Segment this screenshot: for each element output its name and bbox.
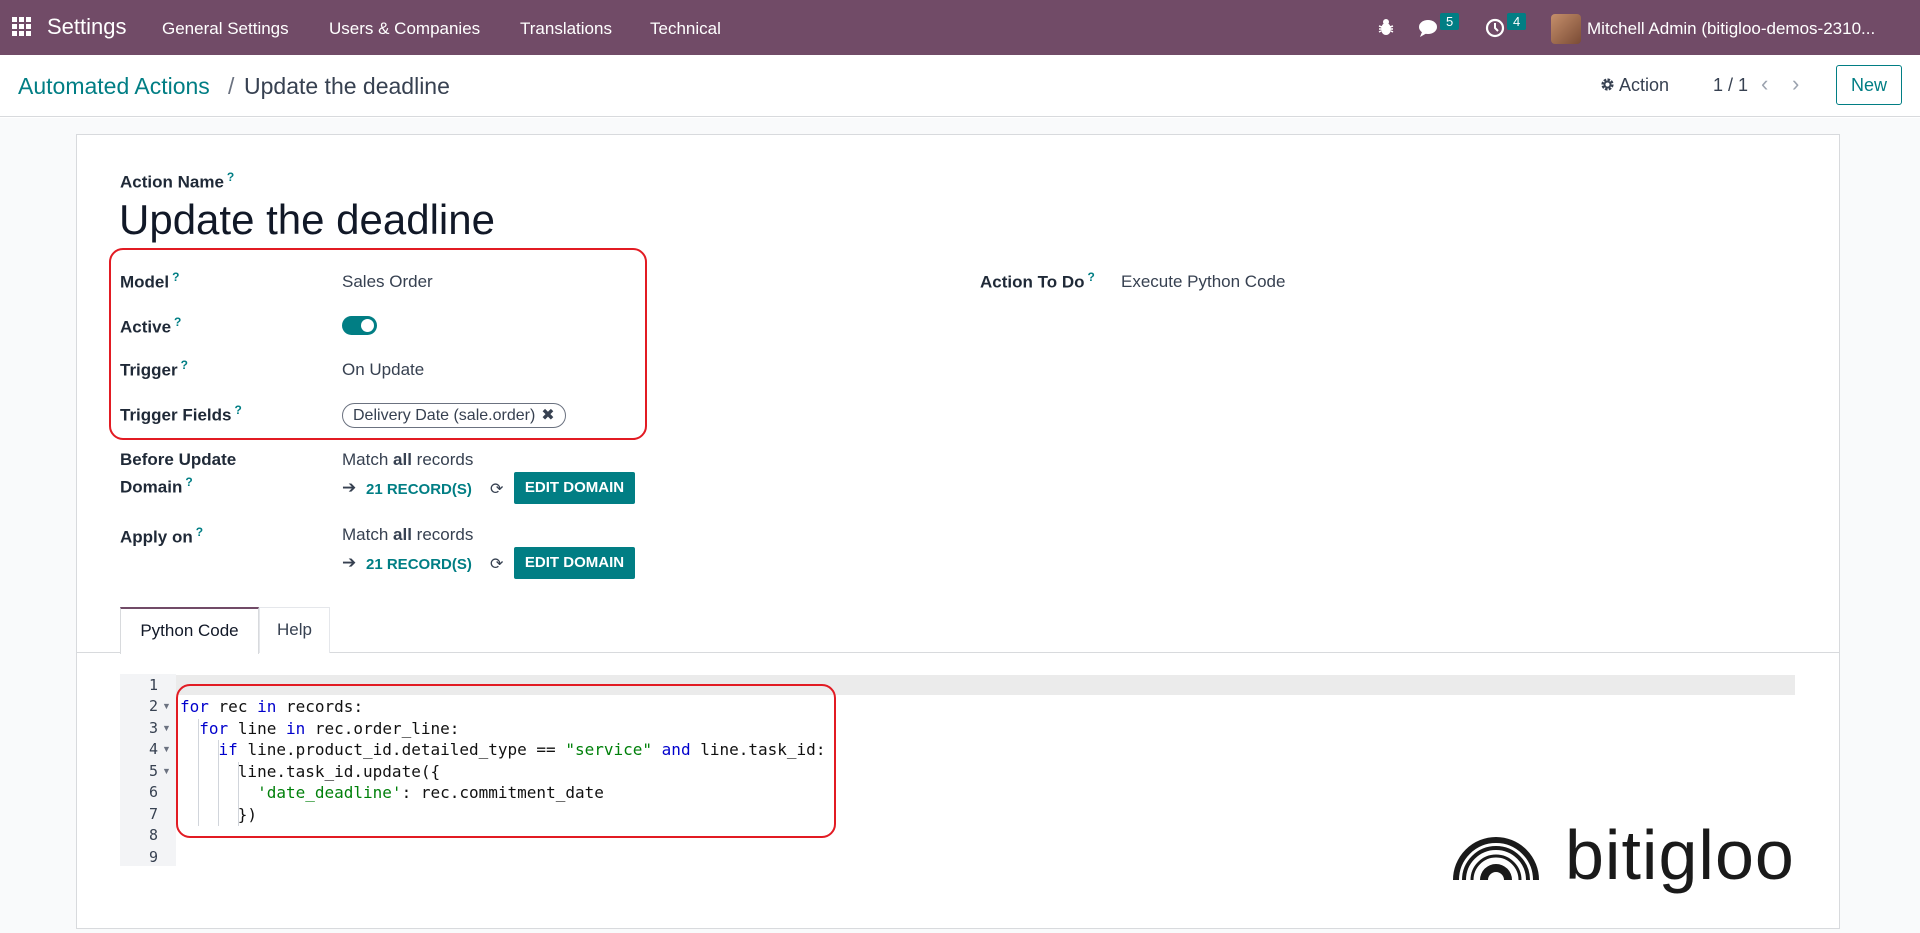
tab-help[interactable]: Help	[259, 607, 330, 653]
help-tooltip-icon[interactable]: ?	[196, 525, 203, 539]
top-navbar: Settings General Settings Users & Compan…	[0, 0, 1920, 55]
line-number: 6	[148, 783, 158, 801]
apps-grid-icon[interactable]	[12, 17, 32, 37]
refresh-icon[interactable]: ⟳	[490, 479, 503, 499]
line-number: 3	[148, 719, 158, 737]
apply-on-edit-domain-button[interactable]: EDIT DOMAIN	[514, 547, 635, 579]
arrow-right-icon: ➔	[342, 553, 357, 572]
apply-on-label: Apply on?	[120, 525, 204, 547]
tab-python-code[interactable]: Python Code	[120, 607, 259, 654]
line-number: 1	[148, 676, 158, 694]
user-menu[interactable]: Mitchell Admin (bitigloo-demos-2310...	[1587, 19, 1875, 39]
before-update-label-line1: Before Update	[120, 450, 237, 469]
apply-on-match-text: Match all records	[342, 525, 474, 544]
pager-next-icon[interactable]: ›	[1792, 71, 1799, 97]
breadcrumb-parent-link[interactable]: Automated Actions	[18, 73, 210, 100]
action-menu-button[interactable]: Action	[1600, 75, 1669, 96]
activities-count-badge: 4	[1507, 13, 1527, 30]
help-tooltip-icon[interactable]: ?	[227, 170, 234, 184]
bitigloo-logo-icon	[1453, 837, 1539, 881]
line-number: 8	[148, 826, 158, 844]
fold-toggle-icon[interactable]: ▼	[162, 701, 171, 711]
action-to-do-field[interactable]: Execute Python Code	[1121, 272, 1285, 292]
breadcrumb-separator: /	[228, 73, 235, 99]
fold-toggle-icon[interactable]: ▼	[162, 766, 171, 776]
messages-chat-icon[interactable]	[1418, 18, 1442, 38]
help-tooltip-icon[interactable]: ?	[185, 475, 192, 489]
tabs-divider	[76, 652, 1840, 653]
pager-value[interactable]: 1 / 1	[1713, 75, 1748, 96]
fold-toggle-icon[interactable]: ▼	[162, 723, 171, 733]
gear-icon	[1601, 78, 1614, 91]
app-title[interactable]: Settings	[47, 14, 127, 40]
control-panel: Automated Actions / Update the deadline …	[0, 55, 1920, 117]
menu-general-settings[interactable]: General Settings	[162, 19, 289, 39]
line-number: 4	[148, 740, 158, 758]
messages-count-badge: 5	[1440, 13, 1460, 30]
line-number: 5	[148, 762, 158, 780]
before-update-edit-domain-button[interactable]: EDIT DOMAIN	[514, 472, 635, 504]
apply-on-records-link[interactable]: 21 RECORD(S)	[366, 556, 472, 573]
highlight-box-code	[176, 684, 836, 838]
action-name-field[interactable]: Update the deadline	[119, 196, 495, 244]
activities-clock-icon[interactable]	[1485, 18, 1505, 38]
menu-translations[interactable]: Translations	[520, 19, 612, 39]
line-number: 9	[148, 848, 158, 866]
menu-technical[interactable]: Technical	[650, 19, 721, 39]
user-avatar[interactable]	[1551, 14, 1581, 44]
highlight-box-fields	[109, 248, 647, 440]
action-to-do-label: Action To Do?	[980, 270, 1095, 292]
refresh-icon[interactable]: ⟳	[490, 554, 503, 574]
line-number: 7	[148, 805, 158, 823]
before-update-match-text: Match all records	[342, 450, 474, 469]
debug-bug-icon[interactable]	[1377, 17, 1395, 37]
fold-toggle-icon[interactable]: ▼	[162, 744, 171, 754]
bitigloo-logo-text: bitigloo	[1565, 816, 1795, 894]
action-label: Action	[1619, 75, 1670, 95]
line-number: 2	[148, 697, 158, 715]
help-tooltip-icon[interactable]: ?	[1088, 270, 1095, 284]
pager-previous-icon[interactable]: ‹	[1761, 71, 1768, 97]
before-update-label-line2: Domain?	[120, 475, 193, 497]
new-button[interactable]: New	[1836, 65, 1902, 105]
arrow-right-icon: ➔	[342, 478, 357, 497]
menu-users-companies[interactable]: Users & Companies	[329, 19, 480, 39]
action-name-label: Action Name?	[120, 170, 235, 192]
breadcrumb-current: Update the deadline	[244, 73, 450, 99]
before-update-records-link[interactable]: 21 RECORD(S)	[366, 481, 472, 498]
